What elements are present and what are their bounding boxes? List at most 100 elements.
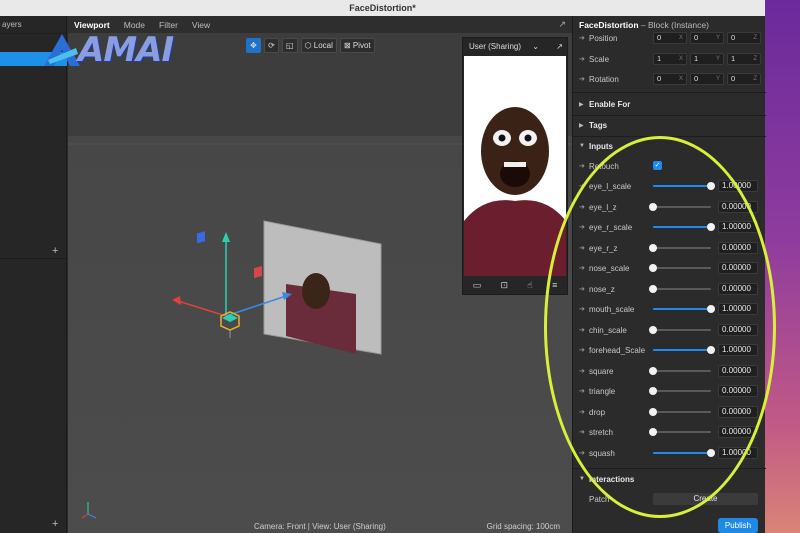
input-value-field[interactable]: 1.00000 bbox=[718, 221, 758, 233]
input-slider[interactable] bbox=[653, 305, 715, 313]
screenshot-icon[interactable]: ⊡ bbox=[500, 280, 508, 291]
yz-plane-handle[interactable] bbox=[254, 266, 262, 279]
link-arrow-icon[interactable]: ➔ bbox=[579, 326, 585, 334]
menu-viewport[interactable]: Viewport bbox=[74, 20, 110, 30]
slider-knob[interactable] bbox=[649, 366, 657, 375]
input-slider[interactable] bbox=[649, 202, 711, 211]
slider-knob[interactable] bbox=[707, 448, 715, 457]
slider-knob[interactable] bbox=[707, 223, 715, 231]
link-arrow-icon[interactable]: ➔ bbox=[579, 55, 585, 63]
section-tags[interactable]: ▶ Tags bbox=[573, 115, 766, 135]
chevron-right-icon[interactable]: ▶ bbox=[579, 122, 584, 129]
input-value-field[interactable]: 0.00000 bbox=[718, 405, 758, 418]
input-value-field[interactable]: 1.00000 bbox=[718, 303, 758, 315]
section-inputs[interactable]: ▼ Inputs bbox=[573, 136, 766, 156]
chevron-down-icon[interactable]: ▼ bbox=[579, 476, 585, 482]
scale-y-field[interactable]: 1Y bbox=[690, 53, 724, 65]
expand-icon[interactable]: ↗ bbox=[558, 19, 566, 30]
chevron-down-icon[interactable]: ⌄ bbox=[532, 38, 539, 56]
input-slider[interactable] bbox=[649, 325, 711, 334]
scale-z-field[interactable]: 1Z bbox=[727, 53, 761, 65]
touch-icon[interactable]: ☝ bbox=[527, 280, 532, 291]
input-value-field[interactable]: 0.00000 bbox=[718, 426, 758, 438]
slider-knob[interactable] bbox=[707, 182, 715, 190]
slider-knob[interactable] bbox=[649, 284, 657, 293]
slider-knob[interactable] bbox=[649, 202, 657, 211]
input-slider[interactable] bbox=[653, 448, 715, 457]
video-camera-icon[interactable]: ▭ bbox=[473, 280, 482, 291]
input-slider[interactable] bbox=[653, 182, 715, 190]
input-value-field[interactable]: 0.00000 bbox=[718, 282, 758, 295]
input-value-field[interactable]: 1.00000 bbox=[718, 344, 758, 356]
input-slider[interactable] bbox=[653, 346, 715, 354]
link-arrow-icon[interactable]: ➔ bbox=[579, 244, 585, 252]
menu-view[interactable]: View bbox=[192, 20, 210, 30]
slider-knob[interactable] bbox=[707, 305, 715, 313]
input-slider[interactable] bbox=[653, 223, 715, 231]
link-arrow-icon[interactable]: ➔ bbox=[579, 449, 585, 457]
input-slider[interactable] bbox=[649, 428, 711, 436]
menu-mode[interactable]: Mode bbox=[124, 20, 145, 30]
slider-knob[interactable] bbox=[649, 243, 657, 252]
link-arrow-icon[interactable]: ➔ bbox=[579, 203, 585, 211]
input-value-field[interactable]: 1.00000 bbox=[718, 180, 758, 192]
position-x-field[interactable]: 0X bbox=[653, 32, 687, 44]
input-slider[interactable] bbox=[649, 243, 711, 252]
slider-knob[interactable] bbox=[649, 407, 657, 416]
input-value-field[interactable]: 0.00000 bbox=[718, 323, 758, 336]
input-slider[interactable] bbox=[649, 366, 711, 375]
input-value-field[interactable]: 0.00000 bbox=[718, 241, 758, 254]
chevron-down-icon[interactable]: ▼ bbox=[579, 143, 585, 149]
link-arrow-icon[interactable]: ➔ bbox=[579, 387, 585, 395]
input-value-field[interactable]: 1.00000 bbox=[718, 446, 758, 459]
local-toggle-button[interactable]: ⬡ Local bbox=[300, 38, 337, 53]
input-slider[interactable] bbox=[649, 284, 711, 293]
x-axis-line[interactable] bbox=[177, 300, 227, 317]
scale-tool-icon[interactable]: ◱ bbox=[282, 38, 298, 53]
link-arrow-icon[interactable]: ➔ bbox=[579, 34, 585, 42]
create-patch-button[interactable]: Create bbox=[653, 493, 758, 505]
rotate-tool-icon[interactable]: ⟳ bbox=[264, 38, 279, 53]
preview-title[interactable]: User (Sharing) bbox=[469, 42, 521, 51]
link-arrow-icon[interactable]: ➔ bbox=[579, 367, 585, 375]
move-tool-icon[interactable]: ✥ bbox=[246, 38, 261, 53]
link-arrow-icon[interactable]: ➔ bbox=[579, 408, 585, 416]
slider-knob[interactable] bbox=[649, 264, 657, 272]
input-slider[interactable] bbox=[649, 387, 711, 395]
rotation-x-field[interactable]: 0X bbox=[653, 73, 687, 85]
link-arrow-icon[interactable]: ➔ bbox=[579, 162, 585, 170]
input-slider[interactable] bbox=[649, 407, 711, 416]
add-layer-button[interactable]: + bbox=[52, 245, 58, 257]
pivot-toggle-button[interactable]: ⊠ Pivot bbox=[339, 38, 375, 53]
position-y-field[interactable]: 0Y bbox=[690, 32, 724, 44]
input-value-field[interactable]: 0.00000 bbox=[718, 385, 758, 397]
slider-knob[interactable] bbox=[707, 346, 715, 354]
x-axis-arrow-icon[interactable] bbox=[172, 296, 181, 305]
xy-plane-handle[interactable] bbox=[197, 231, 205, 244]
link-arrow-icon[interactable]: ➔ bbox=[579, 305, 585, 313]
section-enable-for[interactable]: ▶ Enable For bbox=[573, 94, 766, 114]
link-arrow-icon[interactable]: ➔ bbox=[579, 223, 585, 231]
slider-knob[interactable] bbox=[649, 325, 657, 334]
y-axis-arrow-icon[interactable] bbox=[222, 232, 230, 242]
publish-button[interactable]: Publish bbox=[718, 518, 758, 533]
retouch-checkbox[interactable]: ✓ bbox=[653, 161, 662, 170]
input-value-field[interactable]: 0.00000 bbox=[718, 262, 758, 274]
rotation-y-field[interactable]: 0Y bbox=[690, 73, 724, 85]
input-slider[interactable] bbox=[649, 264, 711, 272]
section-interactions[interactable]: ▼ Interactions bbox=[573, 469, 766, 489]
menu-icon[interactable]: ≡ bbox=[552, 280, 557, 290]
scale-x-field[interactable]: 1X bbox=[653, 53, 687, 65]
slider-knob[interactable] bbox=[649, 387, 657, 395]
rotation-z-field[interactable]: 0Z bbox=[727, 73, 761, 85]
slider-knob[interactable] bbox=[649, 428, 657, 436]
link-arrow-icon[interactable]: ➔ bbox=[579, 182, 585, 190]
link-arrow-icon[interactable]: ➔ bbox=[579, 75, 585, 83]
add-asset-button[interactable]: + bbox=[52, 518, 58, 530]
position-z-field[interactable]: 0Z bbox=[727, 32, 761, 44]
expand-preview-icon[interactable]: ↗ bbox=[556, 38, 563, 56]
link-arrow-icon[interactable]: ➔ bbox=[579, 346, 585, 354]
input-value-field[interactable]: 0.00000 bbox=[718, 364, 758, 377]
input-value-field[interactable]: 0.00000 bbox=[718, 200, 758, 213]
link-arrow-icon[interactable]: ➔ bbox=[579, 264, 585, 272]
